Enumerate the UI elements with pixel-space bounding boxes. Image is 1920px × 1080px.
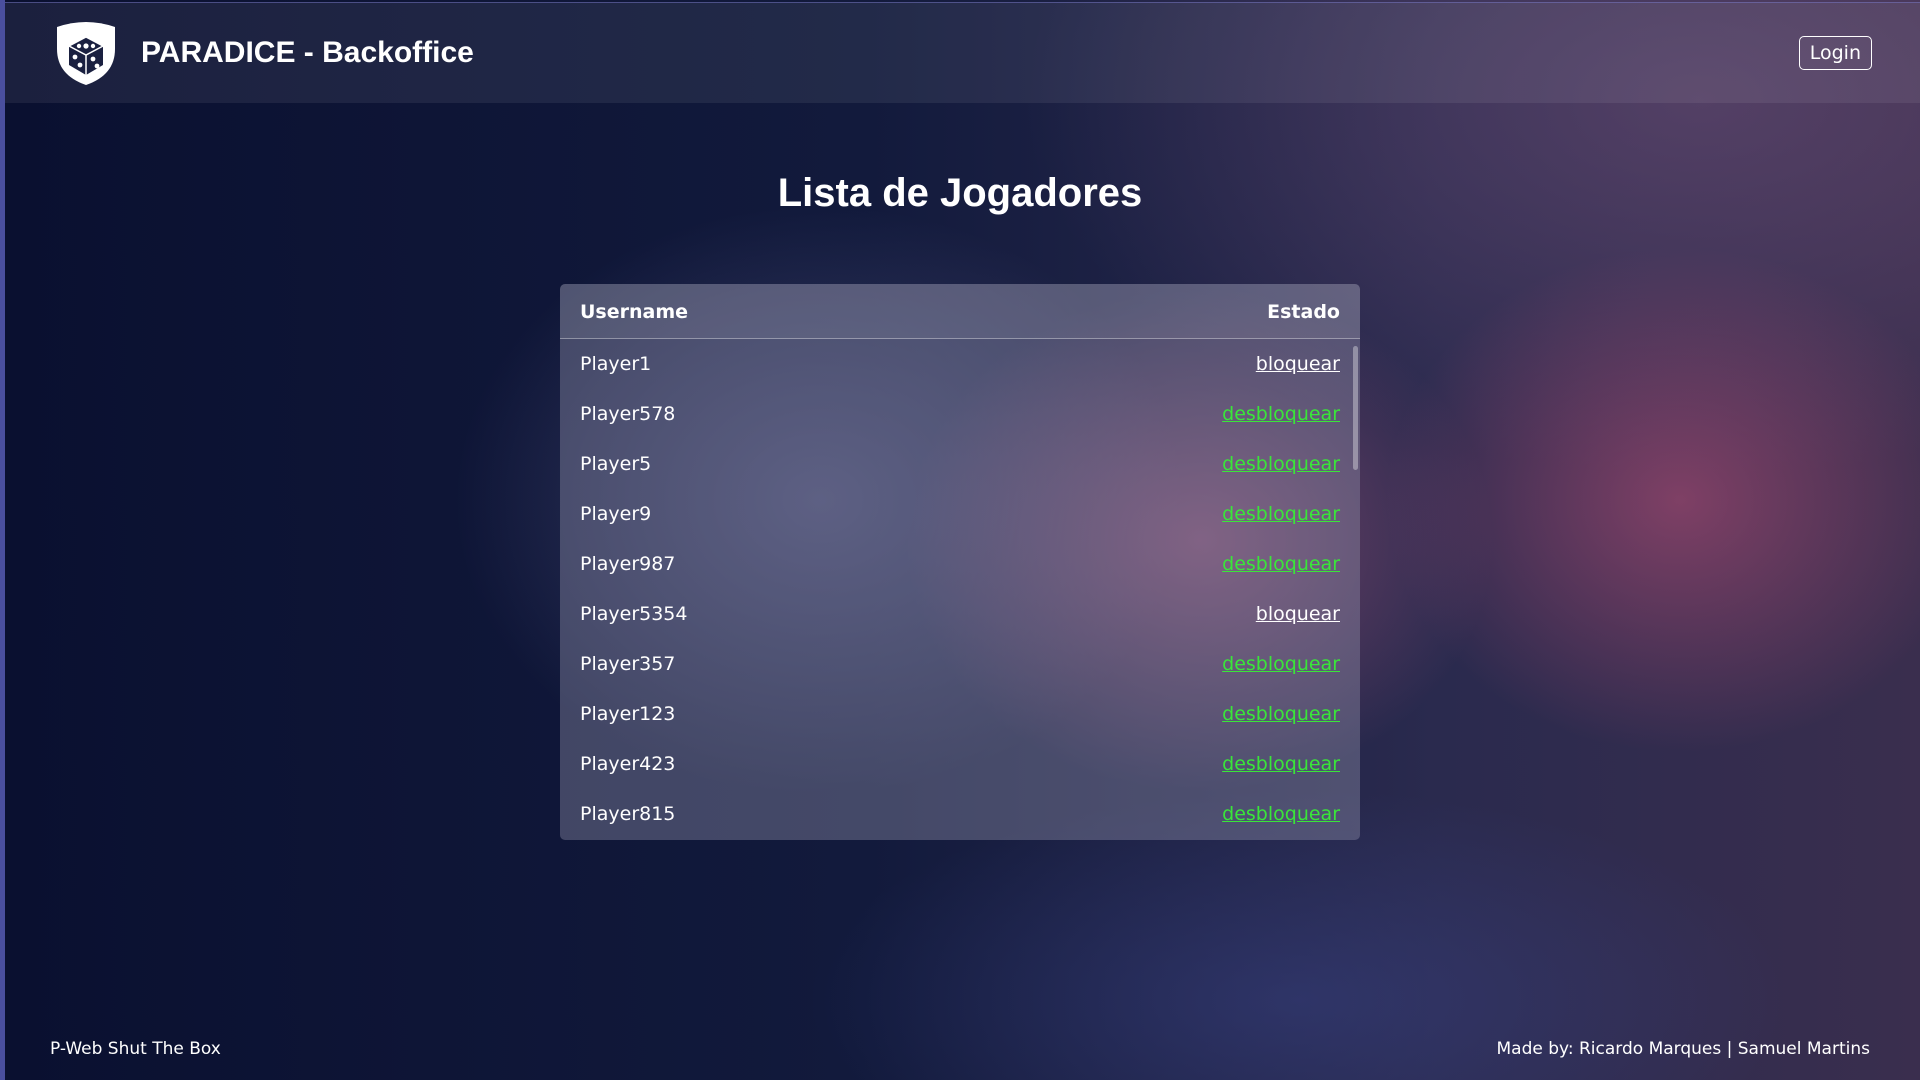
login-button[interactable]: Login: [1798, 36, 1872, 70]
footer-project-name: P-Web Shut The Box: [50, 1039, 221, 1059]
table-row: Player987 desbloquear: [560, 539, 1360, 589]
table-header: Username Estado: [560, 284, 1360, 339]
unblock-link[interactable]: desbloquear: [1222, 552, 1340, 576]
table-row: Player815 desbloquear: [560, 789, 1360, 839]
block-link[interactable]: bloquear: [1256, 602, 1340, 626]
unblock-link[interactable]: desbloquear: [1222, 702, 1340, 726]
page-title: Lista de Jogadores: [777, 171, 1143, 215]
top-navbar: PARADICE - Backoffice Login: [5, 2, 1920, 103]
unblock-link[interactable]: desbloquear: [1222, 802, 1340, 826]
block-link[interactable]: bloquear: [1256, 352, 1340, 376]
username-cell: Player9: [580, 503, 652, 525]
username-cell: Player1: [580, 353, 652, 375]
players-table: Username Estado Player1 bloquear Player5…: [560, 284, 1360, 840]
left-edge-bar: [0, 0, 5, 1080]
table-body[interactable]: Player1 bloquear Player578 desbloquear P…: [560, 339, 1360, 839]
unblock-link[interactable]: desbloquear: [1222, 752, 1340, 776]
unblock-link[interactable]: desbloquear: [1222, 502, 1340, 526]
column-header-username: Username: [580, 301, 689, 323]
table-row: Player5 desbloquear: [560, 439, 1360, 489]
table-row: Player123 desbloquear: [560, 689, 1360, 739]
username-cell: Player578: [580, 403, 676, 425]
unblock-link[interactable]: desbloquear: [1222, 452, 1340, 476]
table-row: Player1 bloquear: [560, 339, 1360, 389]
username-cell: Player5354: [580, 603, 688, 625]
username-cell: Player815: [580, 803, 676, 825]
column-header-estado: Estado: [1267, 301, 1340, 323]
shield-dice-icon[interactable]: [53, 19, 119, 87]
table-row: Player5354 bloquear: [560, 589, 1360, 639]
footer-credits: Made by: Ricardo Marques | Samuel Martin…: [1496, 1039, 1871, 1059]
table-row: Player578 desbloquear: [560, 389, 1360, 439]
username-cell: Player5: [580, 453, 652, 475]
brand-title[interactable]: PARADICE - Backoffice: [141, 33, 474, 73]
username-cell: Player423: [580, 753, 676, 775]
username-cell: Player987: [580, 553, 676, 575]
table-row: Player423 desbloquear: [560, 739, 1360, 789]
unblock-link[interactable]: desbloquear: [1222, 402, 1340, 426]
table-row: Player357 desbloquear: [560, 639, 1360, 689]
table-scrollbar[interactable]: [1353, 346, 1358, 470]
table-row: Player9 desbloquear: [560, 489, 1360, 539]
unblock-link[interactable]: desbloquear: [1222, 652, 1340, 676]
username-cell: Player357: [580, 653, 676, 675]
username-cell: Player123: [580, 703, 676, 725]
